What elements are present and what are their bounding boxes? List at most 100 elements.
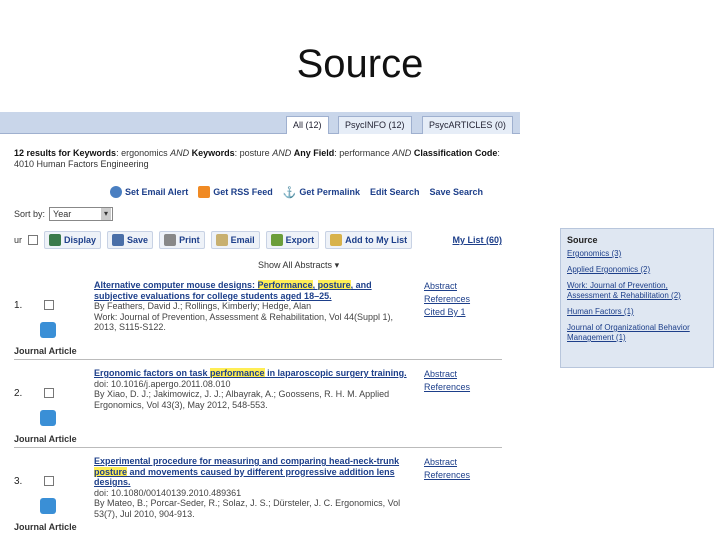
title-highlight: performance (210, 368, 265, 378)
my-list-link[interactable]: My List (60) (452, 235, 502, 245)
result-item-1: 1. Journal Article Alternative computer … (14, 276, 502, 360)
result-body: Experimental procedure for measuring and… (94, 456, 416, 519)
result-body: Ergonomic factors on task performance in… (94, 368, 416, 410)
title-part: , (312, 280, 318, 290)
display-button[interactable]: Display (44, 231, 102, 249)
and-1: AND (170, 148, 190, 158)
tab-all[interactable]: All (12) (286, 116, 329, 134)
any-field-label: Any Field (293, 148, 335, 158)
show-all-abstracts-label: Show All Abstracts (258, 260, 333, 270)
result-checkbox[interactable] (44, 300, 54, 310)
edit-search-button[interactable]: Edit Search (370, 184, 420, 200)
edit-search-label: Edit Search (369, 187, 420, 197)
show-all-abstracts-control[interactable]: Show All Abstracts ▾ (258, 260, 339, 271)
save-button[interactable]: Save (107, 231, 154, 249)
sort-label: Sort by: (14, 209, 46, 219)
floppy-icon (112, 234, 125, 246)
result-title-link[interactable]: Alternative computer mouse designs: Perf… (94, 280, 416, 301)
result-authors: By Feathers, David J.; Rollings, Kimberl… (94, 301, 312, 311)
select-all-checkbox[interactable] (28, 235, 39, 245)
set-email-alert-button[interactable]: Set Email Alert (110, 184, 188, 200)
print-label: Print (179, 235, 200, 245)
envelope-icon (215, 234, 228, 246)
any-field-value: : performance (334, 148, 390, 158)
kw2-value: : posture (234, 148, 270, 158)
export-icon (270, 234, 283, 246)
facet-item[interactable]: Journal of Organizational Behavior Manag… (567, 323, 707, 343)
title-part: Ergonomic factors on task (94, 368, 211, 378)
print-button[interactable]: Print (159, 231, 205, 249)
result-source: Work: Journal of Prevention, Assessment … (94, 311, 393, 333)
search-actions: Set Email Alert Get RSS Feed ⚓ Get Perma… (110, 184, 483, 200)
toolbar-prefix: ur (14, 235, 23, 245)
classification-label: Classification Code (413, 148, 498, 158)
title-highlight: Performance (257, 280, 313, 290)
title-part: and movements caused by different progre… (94, 466, 395, 488)
facet-item[interactable]: Work: Journal of Prevention, Assessment … (567, 281, 707, 301)
database-tab-bar: All (12) PsycINFO (12) PsycARTICLES (0) (0, 112, 520, 134)
get-rss-feed-label: Get RSS Feed (213, 187, 273, 197)
facet-item[interactable]: Human Factors (1) (567, 307, 707, 317)
result-body: Alternative computer mouse designs: Perf… (94, 280, 416, 333)
tab-psycinfo[interactable]: PsycINFO (12) (338, 116, 412, 134)
result-checkbox[interactable] (44, 388, 54, 398)
result-number: 1. (14, 300, 23, 311)
references-link[interactable]: References (424, 469, 470, 482)
get-permalink-label: Get Permalink (299, 187, 360, 197)
results-toolbar: ur Display Save Print Email Export Add t… (14, 230, 502, 250)
title-part: Experimental procedure for measuring and… (94, 456, 400, 466)
facet-heading: Source (567, 235, 598, 245)
result-number: 2. (14, 388, 23, 399)
folder-icon (330, 234, 343, 246)
result-count: 12 results for (14, 148, 71, 158)
kw2-label: Keywords (191, 148, 235, 158)
abstract-link[interactable]: Abstract (424, 456, 470, 469)
result-links: Abstract References (424, 456, 470, 482)
and-2: AND (272, 148, 292, 158)
journal-article-icon (40, 498, 56, 514)
abstract-link[interactable]: Abstract (424, 280, 470, 293)
get-permalink-button[interactable]: ⚓ Get Permalink (283, 184, 360, 200)
facet-item[interactable]: Ergonomics (3) (567, 249, 707, 259)
tab-psycarticles[interactable]: PsycARTICLES (0) (422, 116, 513, 134)
journal-article-icon (40, 410, 56, 426)
result-checkbox[interactable] (44, 476, 54, 486)
references-link[interactable]: References (424, 381, 470, 394)
sort-control: Sort by: Year (14, 207, 114, 221)
result-source: By Mateo, B.; Porcar-Seder, R.; Solaz, J… (94, 498, 401, 519)
result-doi: doi: 10.1016/j.apergo.2011.08.010 (94, 378, 231, 389)
references-link[interactable]: References (424, 293, 470, 306)
alarm-clock-icon (110, 186, 122, 198)
email-button[interactable]: Email (210, 231, 260, 249)
result-doi: doi: 10.1080/00140139.2010.489361 (94, 487, 242, 498)
export-button[interactable]: Export (265, 231, 320, 249)
email-label: Email (230, 235, 255, 245)
anchor-icon: ⚓ (282, 186, 297, 199)
set-email-alert-label: Set Email Alert (125, 187, 189, 197)
get-rss-feed-button[interactable]: Get RSS Feed (198, 184, 273, 200)
search-results-screenshot: All (12) PsycINFO (12) PsycARTICLES (0) … (0, 112, 520, 540)
chevron-down-icon: ▾ (334, 260, 340, 270)
result-source: By Xiao, D. J.; Jakimowicz, J. J.; Albay… (94, 389, 390, 410)
result-links: Abstract References Cited By 1 (424, 280, 470, 319)
add-to-my-list-button[interactable]: Add to My List (325, 231, 413, 249)
title-part: Alternative computer mouse designs: (94, 280, 258, 290)
abstract-link[interactable]: Abstract (424, 368, 470, 381)
save-label: Save (127, 235, 149, 245)
result-type: Journal Article (14, 522, 77, 532)
result-title-link[interactable]: Experimental procedure for measuring and… (94, 456, 416, 488)
sort-select[interactable]: Year (49, 207, 114, 221)
slide-title: Source (296, 42, 424, 86)
result-type: Journal Article (14, 434, 77, 444)
result-item-3: 3. Journal Article Experimental procedur… (14, 452, 502, 540)
cited-by-link[interactable]: Cited By 1 (424, 306, 470, 319)
export-label: Export (285, 235, 315, 245)
rss-icon (198, 186, 211, 198)
title-part: in laparoscopic surgery training. (264, 368, 407, 378)
save-search-button[interactable]: Save Search (429, 184, 483, 200)
facet-item[interactable]: Applied Ergonomics (2) (567, 265, 707, 275)
kw1-value: : ergonomics (116, 148, 168, 158)
journal-article-icon (40, 322, 56, 338)
kw1-label: Keywords (73, 148, 117, 158)
result-title-link[interactable]: Ergonomic factors on task performance in… (94, 368, 416, 379)
